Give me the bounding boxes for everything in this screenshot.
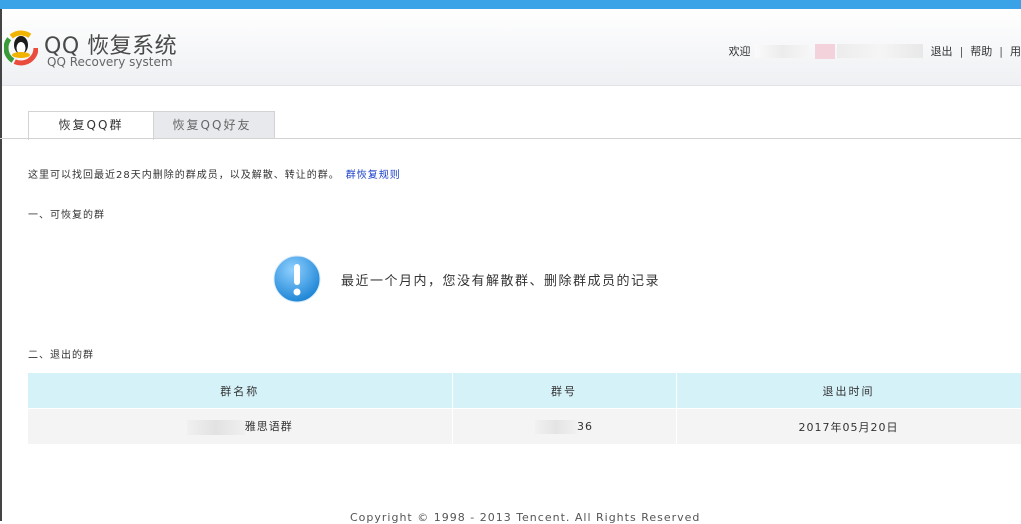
section-recoverable-title: 一、可恢复的群 — [28, 210, 105, 221]
username-redacted — [754, 44, 809, 58]
avatar-redacted — [814, 43, 835, 59]
account-redacted — [836, 44, 923, 58]
column-exit-time: 退出时间 — [676, 373, 1021, 409]
group-recovery-rules-link[interactable]: 群恢复规则 — [346, 170, 401, 181]
group-name-cell: 雅思语群 — [28, 408, 453, 444]
footer-copyright: Copyright © 1998 - 2013 Tencent. All Rig… — [350, 511, 701, 524]
app-subtitle: QQ Recovery system — [47, 55, 173, 69]
tab-recover-groups[interactable]: 恢复QQ群 — [28, 111, 154, 140]
info-icon — [273, 255, 321, 303]
section-exited-title: 二、退出的群 — [28, 350, 94, 361]
column-group-name: 群名称 — [28, 373, 453, 409]
exited-groups-table: 群名称 群号 退出时间 雅思语群 36 2017年05月20日 — [28, 373, 1021, 444]
empty-notice: 最近一个月内，您没有解散群、删除群成员的记录 — [273, 255, 660, 303]
group-number-cell: 36 — [452, 408, 677, 444]
tab-recover-friends[interactable]: 恢复QQ好友 — [149, 111, 275, 139]
group-name-redacted — [186, 419, 245, 435]
user-bar: 欢迎 退出 | 帮助 | 用 — [729, 43, 1021, 59]
more-link[interactable]: 用 — [1010, 43, 1021, 59]
table-row[interactable]: 雅思语群 36 2017年05月20日 — [28, 408, 1021, 444]
column-group-number: 群号 — [452, 373, 677, 409]
table-header-row: 群名称 群号 退出时间 — [28, 373, 1021, 409]
qq-logo-icon — [4, 30, 38, 66]
logout-link[interactable]: 退出 — [931, 43, 953, 59]
separator: | — [959, 44, 964, 58]
intro-text: 这里可以找回最近28天内删除的群成员，以及解散、转让的群。 群恢复规则 — [28, 166, 401, 181]
notice-message: 最近一个月内，您没有解散群、删除群成员的记录 — [341, 273, 661, 289]
help-link[interactable]: 帮助 — [970, 43, 992, 59]
group-name-text: 雅思语群 — [244, 420, 293, 434]
welcome-label: 欢迎 — [728, 45, 751, 58]
group-number-text: 36 — [577, 419, 593, 433]
tab-divider — [0, 138, 1021, 139]
intro-description: 这里可以找回最近28天内删除的群成员，以及解散、转让的群。 — [28, 170, 340, 181]
header: QQ 恢复系统 QQ Recovery system 欢迎 退出 | 帮助 | … — [2, 9, 1021, 86]
top-accent-bar — [0, 0, 1021, 9]
separator: | — [999, 44, 1003, 58]
exit-time-cell: 2017年05月20日 — [676, 408, 1021, 444]
group-number-redacted — [535, 419, 577, 434]
